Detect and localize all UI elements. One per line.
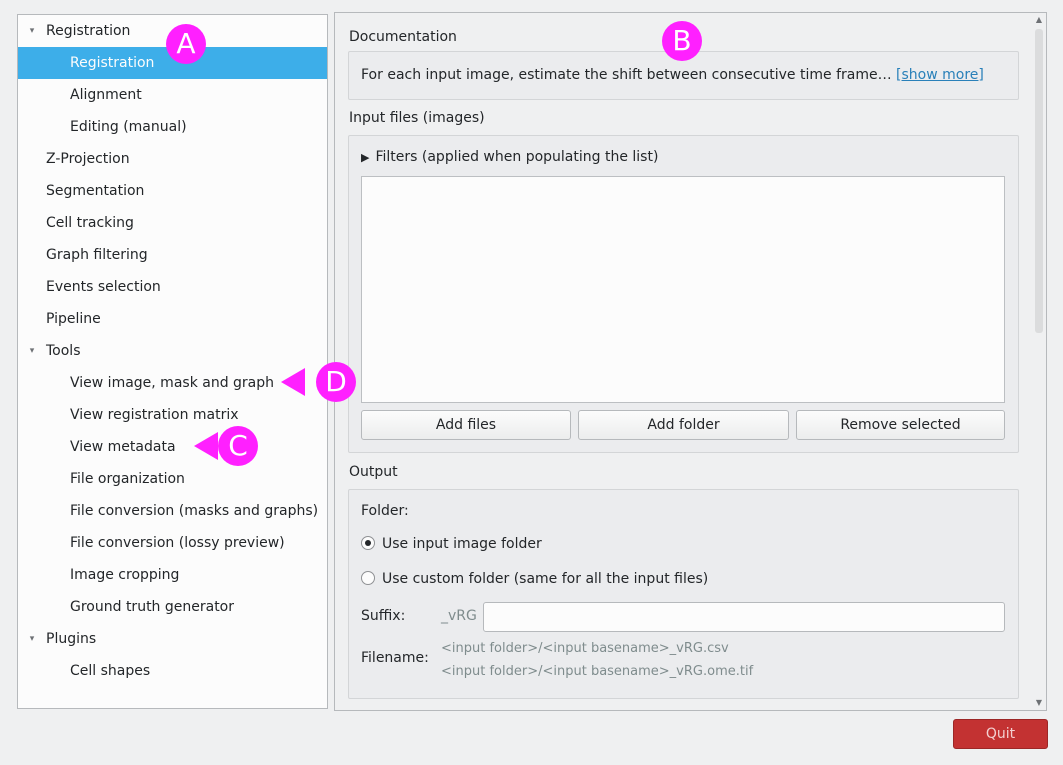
file-list[interactable] [361,176,1005,403]
tree-item-label: Registration [70,55,155,71]
use-custom-folder-radio[interactable]: Use custom folder (same for all the inpu… [361,571,708,587]
tree-item-label: Pipeline [46,311,101,327]
documentation-summary: For each input image, estimate the shift… [361,67,892,83]
filters-label: Filters (applied when populating the lis… [375,149,659,165]
collapse-arrow-icon[interactable]: ▾ [26,623,38,655]
tree-item[interactable]: Segmentation [18,175,327,207]
filters-toggle[interactable]: ▶ Filters (applied when populating the li… [361,149,658,165]
tree-item[interactable]: ▾ Plugins [18,623,327,655]
documentation-title: Documentation [349,29,457,45]
tree-item[interactable]: Cell shapes [18,655,327,687]
tree-item-label: Registration [46,23,131,39]
documentation-text: For each input image, estimate the shift… [361,67,984,83]
tree-item-label: Image cropping [70,567,180,583]
tree-item[interactable]: Alignment [18,79,327,111]
marker-c: C [218,426,258,466]
tree-item[interactable]: File conversion (masks and graphs) [18,495,327,527]
add-folder-button[interactable]: Add folder [578,410,789,440]
tree-item[interactable]: View registration matrix [18,399,327,431]
marker-b: B [662,21,702,61]
output-box: Folder: Use input image folder Use custo… [348,489,1019,699]
tree-item[interactable]: Image cropping [18,559,327,591]
remove-selected-button[interactable]: Remove selected [796,410,1005,440]
marker-d: D [316,362,356,402]
tree-item-label: Cell shapes [70,663,151,679]
tree-item[interactable]: Graph filtering [18,239,327,271]
tree-item-label: Z-Projection [46,151,130,167]
tree-item-label: View image, mask and graph [70,375,275,391]
input-files-box: ▶ Filters (applied when populating the li… [348,135,1019,453]
tree-item-label: Segmentation [46,183,145,199]
tree-item-label: File organization [70,471,185,487]
vertical-scrollbar[interactable]: ▲ ▼ [1032,13,1046,710]
tree-item-label: Events selection [46,279,161,295]
tree-item[interactable]: Z-Projection [18,143,327,175]
tree-item-label: Alignment [70,87,142,103]
use-input-folder-radio[interactable]: Use input image folder [361,536,542,552]
tree-item[interactable]: File organization [18,463,327,495]
tree-item[interactable]: Editing (manual) [18,111,327,143]
folder-label: Folder: [361,503,409,519]
tree-item-label: Editing (manual) [70,119,187,135]
scroll-up-icon[interactable]: ▲ [1032,13,1046,27]
scroll-down-icon[interactable]: ▼ [1032,696,1046,710]
filename-csv: <input folder>/<input basename>_vRG.csv [441,641,729,656]
add-files-button[interactable]: Add files [361,410,571,440]
tree-item[interactable]: Pipeline [18,303,327,335]
suffix-label: Suffix: [361,608,406,624]
radio-unchecked-icon [361,571,375,585]
tree-item-label: Plugins [46,631,97,647]
tree-item-label: View metadata [70,439,176,455]
tree-item-label: Cell tracking [46,215,134,231]
use-custom-folder-label: Use custom folder (same for all the inpu… [382,571,709,587]
quit-button[interactable]: Quit [953,719,1048,749]
collapse-arrow-icon[interactable]: ▾ [26,15,38,47]
filename-tif: <input folder>/<input basename>_vRG.ome.… [441,664,754,679]
output-title: Output [349,464,398,480]
show-more-link[interactable]: [show more] [896,67,984,83]
filename-label: Filename: [361,650,429,666]
use-input-folder-label: Use input image folder [382,536,542,552]
expand-arrow-icon: ▶ [361,151,370,164]
tree-item[interactable]: Ground truth generator [18,591,327,623]
tree-item-label: File conversion (lossy preview) [70,535,285,551]
tree-item-label: Ground truth generator [70,599,235,615]
suffix-input[interactable] [483,602,1005,632]
content-panel: Documentation For each input image, esti… [334,12,1047,711]
tree-item[interactable]: File conversion (lossy preview) [18,527,327,559]
tree-item-label: Tools [46,343,81,359]
tree-item[interactable]: Cell tracking [18,207,327,239]
suffix-prefix: _vRG [441,608,477,624]
tree-item-label: File conversion (masks and graphs) [70,503,319,519]
tree-item[interactable]: View metadata [18,431,327,463]
scrollbar-handle[interactable] [1035,29,1043,333]
input-files-title: Input files (images) [349,110,485,126]
marker-a: A [166,24,206,64]
tree-item[interactable]: Events selection [18,271,327,303]
marker-d-arrow-icon [281,368,305,396]
collapse-arrow-icon[interactable]: ▾ [26,335,38,367]
radio-checked-icon [361,536,375,550]
tree-item-label: Graph filtering [46,247,148,263]
